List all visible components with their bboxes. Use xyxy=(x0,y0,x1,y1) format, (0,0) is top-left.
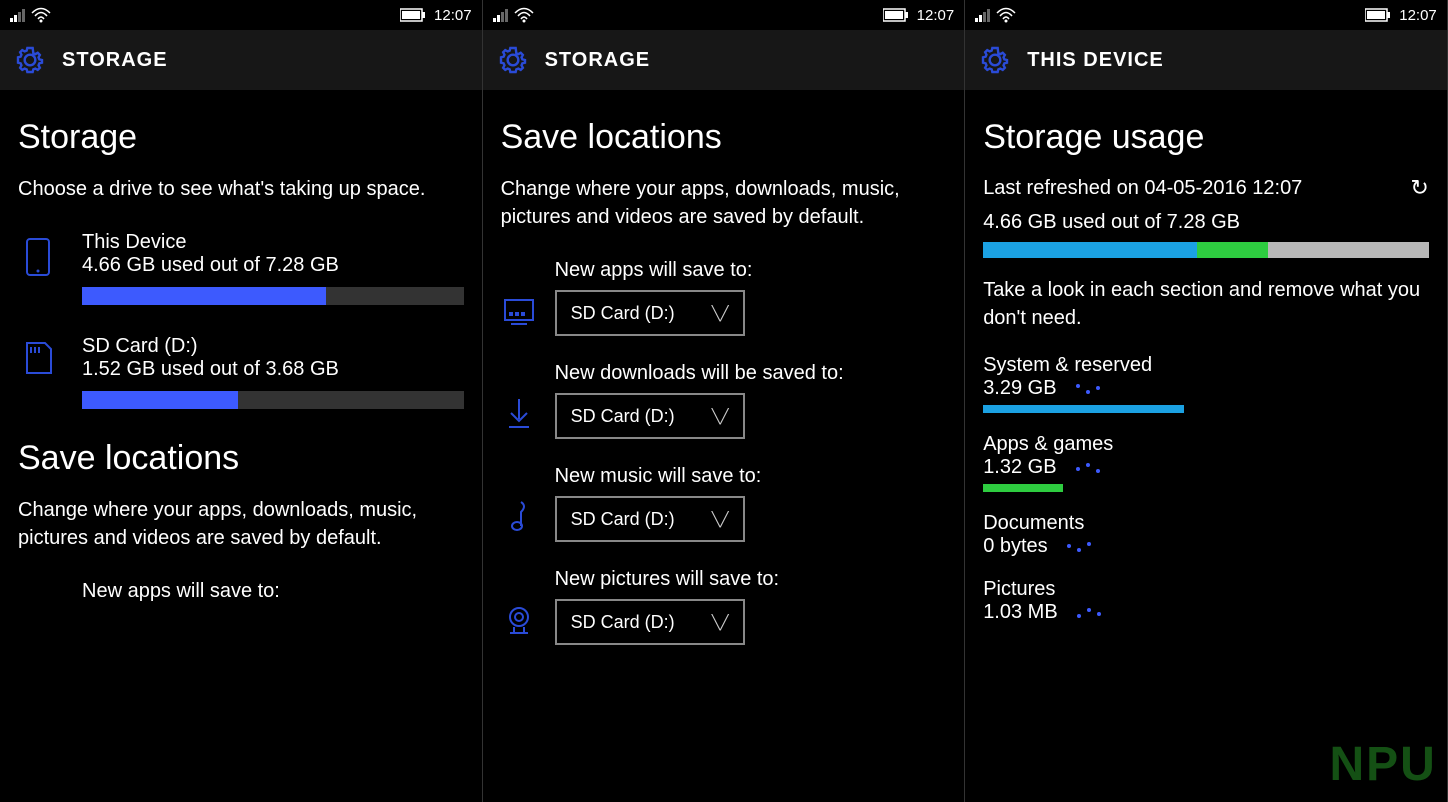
music-icon xyxy=(501,498,537,542)
wifi-icon xyxy=(514,7,534,23)
drive-this-device[interactable]: This Device 4.66 GB used out of 7.28 GB xyxy=(18,231,464,305)
drive-name: This Device xyxy=(82,231,464,254)
signal-icon xyxy=(493,8,508,22)
pictures-select[interactable]: SD Card (D:) ╲╱ xyxy=(555,599,745,645)
category-size: 0 bytes xyxy=(983,535,1429,558)
save-pictures-row: New pictures will save to: SD Card (D:) … xyxy=(501,568,947,645)
select-label: New downloads will be saved to: xyxy=(555,362,947,385)
clock: 12:07 xyxy=(917,7,955,24)
page-title: Storage usage xyxy=(983,118,1429,157)
header-title: THIS DEVICE xyxy=(1027,49,1164,72)
header-title: STORAGE xyxy=(62,49,168,72)
apps-select[interactable]: SD Card (D:) ╲╱ xyxy=(555,290,745,336)
battery-icon xyxy=(400,8,426,22)
phone-icon xyxy=(18,231,58,305)
storage-overview-pane: 12:07 STORAGE Storage Choose a drive to … xyxy=(0,0,483,802)
signal-icon xyxy=(975,8,990,22)
chevron-down-icon: ╲╱ xyxy=(712,511,729,528)
battery-icon xyxy=(1365,8,1391,22)
status-bar: 12:07 xyxy=(483,0,965,30)
section-title: Save locations xyxy=(18,439,464,478)
signal-icon xyxy=(10,8,25,22)
drive-sd-card[interactable]: SD Card (D:) 1.52 GB used out of 3.68 GB xyxy=(18,335,464,409)
category-name: System & reserved xyxy=(983,354,1429,377)
select-value: SD Card (D:) xyxy=(571,303,675,324)
select-value: SD Card (D:) xyxy=(571,406,675,427)
category-name: Pictures xyxy=(983,578,1429,601)
page-title: Save locations xyxy=(501,118,947,157)
chevron-down-icon: ╲╱ xyxy=(712,408,729,425)
loading-spinner xyxy=(1074,382,1102,396)
status-bar: 12:07 xyxy=(0,0,482,30)
category-name: Apps & games xyxy=(983,433,1429,456)
loading-spinner xyxy=(1074,461,1102,475)
category-size: 3.29 GB xyxy=(983,377,1429,400)
music-select[interactable]: SD Card (D:) ╲╱ xyxy=(555,496,745,542)
loading-spinner xyxy=(1075,606,1103,620)
drive-name: SD Card (D:) xyxy=(82,335,464,358)
help-text: Take a look in each section and remove w… xyxy=(983,276,1429,332)
select-value: SD Card (D:) xyxy=(571,612,675,633)
category-bar xyxy=(983,484,1429,492)
select-label: New music will save to: xyxy=(555,465,947,488)
gear-icon xyxy=(979,44,1011,76)
last-refreshed: Last refreshed on 04-05-2016 12:07 xyxy=(983,177,1302,200)
watermark: NPU xyxy=(1329,737,1436,792)
camera-icon xyxy=(501,605,537,645)
gear-icon xyxy=(14,44,46,76)
category-bar xyxy=(983,405,1429,413)
page-header: STORAGE xyxy=(483,30,965,90)
category-size: 1.03 MB xyxy=(983,601,1429,624)
select-label: New pictures will save to: xyxy=(555,568,947,591)
page-title: Storage xyxy=(18,118,464,157)
loading-spinner xyxy=(1065,540,1093,554)
header-title: STORAGE xyxy=(545,49,651,72)
category-name: Documents xyxy=(983,512,1429,535)
section-subtitle: Change where your apps, downloads, music… xyxy=(18,496,464,552)
drive-usage: 1.52 GB used out of 3.68 GB xyxy=(82,358,464,381)
save-music-row: New music will save to: SD Card (D:) ╲╱ xyxy=(501,465,947,542)
usage-summary: 4.66 GB used out of 7.28 GB xyxy=(983,211,1429,234)
category-documents[interactable]: Documents 0 bytes xyxy=(983,512,1429,558)
select-value: SD Card (D:) xyxy=(571,509,675,530)
chevron-down-icon: ╲╱ xyxy=(712,614,729,631)
download-icon xyxy=(501,397,537,439)
save-downloads-row: New downloads will be saved to: SD Card … xyxy=(501,362,947,439)
wifi-icon xyxy=(31,7,51,23)
save-apps-row: New apps will save to: SD Card (D:) ╲╱ xyxy=(501,259,947,336)
gear-icon xyxy=(497,44,529,76)
status-bar: 12:07 xyxy=(965,0,1447,30)
apps-icon xyxy=(501,298,537,336)
sd-card-icon xyxy=(18,335,58,409)
chevron-down-icon: ╲╱ xyxy=(712,305,729,322)
downloads-select[interactable]: SD Card (D:) ╲╱ xyxy=(555,393,745,439)
usage-multi-bar xyxy=(983,242,1429,258)
page-header: THIS DEVICE xyxy=(965,30,1447,90)
clock: 12:07 xyxy=(1399,7,1437,24)
category-pictures[interactable]: Pictures 1.03 MB xyxy=(983,578,1429,624)
category-size: 1.32 GB xyxy=(983,456,1429,479)
save-label: New apps will save to: xyxy=(18,580,464,603)
usage-bar xyxy=(82,287,464,305)
save-locations-pane: 12:07 STORAGE Save locations Change wher… xyxy=(483,0,966,802)
select-label: New apps will save to: xyxy=(555,259,947,282)
category-apps[interactable]: Apps & games 1.32 GB xyxy=(983,433,1429,492)
drive-usage: 4.66 GB used out of 7.28 GB xyxy=(82,254,464,277)
page-subtitle: Change where your apps, downloads, music… xyxy=(501,175,947,231)
battery-icon xyxy=(883,8,909,22)
category-system[interactable]: System & reserved 3.29 GB xyxy=(983,354,1429,413)
page-subtitle: Choose a drive to see what's taking up s… xyxy=(18,175,464,203)
wifi-icon xyxy=(996,7,1016,23)
page-header: STORAGE xyxy=(0,30,482,90)
usage-bar xyxy=(82,391,464,409)
refresh-button[interactable]: ↻ xyxy=(1410,175,1428,201)
clock: 12:07 xyxy=(434,7,472,24)
storage-usage-pane: 12:07 THIS DEVICE Storage usage Last ref… xyxy=(965,0,1448,802)
